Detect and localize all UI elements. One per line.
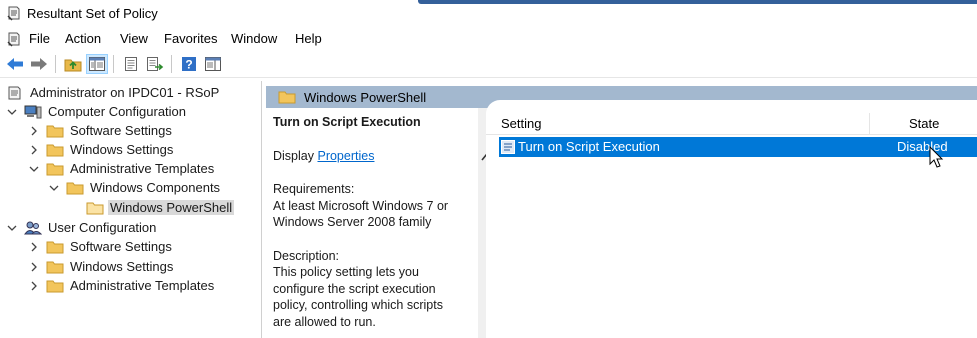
svg-text:?: ?	[185, 58, 192, 72]
chevron-right-icon[interactable]	[28, 144, 40, 156]
folder-icon	[46, 280, 64, 292]
folder-icon	[66, 182, 84, 194]
list-header: Setting State	[486, 113, 977, 135]
tree-label: Computer Configuration	[48, 104, 187, 119]
tree-item-uc-windows-settings[interactable]: Windows Settings	[28, 257, 175, 276]
folder-icon	[278, 91, 296, 104]
tree-item-computer-configuration[interactable]: Computer Configuration	[6, 102, 188, 121]
help-icon: ?	[182, 57, 196, 72]
tree-label: Software Settings	[70, 239, 172, 254]
chevron-down-icon[interactable]	[48, 182, 60, 194]
requirements-line: Windows Server 2008 family	[273, 215, 432, 229]
menu-favorites[interactable]: Favorites	[164, 31, 217, 46]
folder-icon	[46, 261, 64, 273]
description-line: This policy setting lets you	[273, 265, 419, 279]
window-title: Resultant Set of Policy	[27, 6, 158, 21]
tree-item-cc-administrative-templates[interactable]: Administrative Templates	[28, 159, 216, 178]
tree-label: Windows Settings	[70, 259, 174, 274]
tree-label: Windows Components	[90, 180, 221, 195]
folder-icon	[46, 144, 64, 156]
menu-window[interactable]: Window	[231, 31, 277, 46]
details-header-title: Windows PowerShell	[304, 90, 427, 105]
menu-view[interactable]: View	[120, 31, 148, 46]
menu-bar: File Action View Favorites Window Help	[0, 28, 977, 50]
tree-item-user-configuration[interactable]: User Configuration	[6, 218, 158, 237]
settings-list: Setting State Turn on Script Execution D…	[486, 100, 977, 338]
export-list-button[interactable]	[144, 54, 166, 74]
folder-open-icon	[86, 202, 104, 214]
display-properties-line: Display Properties	[273, 148, 478, 165]
tree-label: Software Settings	[70, 123, 172, 138]
tree-item-root[interactable]: Administrator on IPDC01 - RSoP	[6, 83, 221, 102]
user-icon	[24, 221, 42, 234]
tree-label: Administrator on IPDC01 - RSoP	[30, 85, 220, 100]
folder-icon	[46, 241, 64, 253]
menu-help[interactable]: Help	[295, 31, 322, 46]
back-button[interactable]	[4, 54, 26, 74]
help-button[interactable]: ?	[178, 54, 200, 74]
show-hide-console-tree-button[interactable]	[86, 54, 108, 74]
up-folder-icon	[64, 59, 82, 72]
display-label: Display	[273, 148, 314, 163]
show-action-pane-icon	[205, 57, 221, 71]
system-menu-icon[interactable]	[6, 31, 22, 47]
show-hide-action-pane-button[interactable]	[202, 54, 224, 74]
tree-label: User Configuration	[48, 220, 157, 235]
chevron-right-icon[interactable]	[28, 125, 40, 137]
tree-label: Administrative Templates	[70, 161, 215, 176]
chevron-right-icon[interactable]	[28, 241, 40, 253]
requirements-label: Requirements:	[273, 182, 355, 196]
export-list-icon	[147, 57, 164, 71]
tree-label: Windows Settings	[70, 142, 174, 157]
table-row[interactable]: Turn on Script Execution Disabled	[499, 137, 977, 157]
tree-label: Windows PowerShell	[108, 200, 235, 215]
tree-item-uc-software-settings[interactable]: Software Settings	[28, 237, 174, 256]
tree-item-windows-powershell[interactable]: Windows PowerShell	[86, 198, 235, 217]
folder-icon	[46, 125, 64, 137]
properties-link[interactable]: Properties	[317, 149, 374, 163]
requirements-line: At least Microsoft Windows 7 or	[273, 198, 449, 213]
setting-name: Turn on Script Execution	[518, 139, 660, 154]
tree-item-uc-administrative-templates[interactable]: Administrative Templates	[28, 276, 216, 295]
mouse-cursor-icon	[929, 146, 944, 168]
column-header-setting[interactable]: Setting	[501, 116, 541, 131]
properties-icon	[125, 57, 137, 71]
console-tree: Administrator on IPDC01 - RSoP Computer …	[0, 81, 262, 338]
chevron-right-icon[interactable]	[28, 261, 40, 273]
chevron-down-icon[interactable]	[28, 163, 40, 175]
description-label: Description:	[273, 248, 339, 263]
forward-icon	[31, 58, 47, 70]
tree-item-windows-components[interactable]: Windows Components	[48, 178, 222, 197]
column-divider[interactable]	[869, 113, 870, 135]
properties-button[interactable]	[120, 54, 142, 74]
forward-button[interactable]	[28, 54, 50, 74]
extended-description-pane: Turn on Script Execution Display Propert…	[266, 108, 478, 338]
show-hide-tree-icon	[89, 57, 105, 71]
chevron-down-icon[interactable]	[6, 222, 18, 234]
tree-label: Administrative Templates	[70, 278, 215, 293]
title-bar: Resultant Set of Policy	[0, 0, 977, 28]
computer-icon	[24, 105, 42, 118]
tree-item-cc-windows-settings[interactable]: Windows Settings	[28, 140, 175, 159]
column-header-state[interactable]: State	[909, 116, 939, 131]
chevron-right-icon[interactable]	[28, 280, 40, 292]
chevron-down-icon[interactable]	[6, 106, 18, 118]
policy-setting-icon	[501, 140, 515, 154]
description-line: configure the script execution	[273, 281, 436, 296]
menu-file[interactable]: File	[29, 31, 50, 46]
rsop-app-icon	[7, 6, 20, 21]
toolbar: ?	[0, 50, 977, 78]
overlapping-window-edge	[418, 0, 977, 4]
up-one-level-button[interactable]	[62, 54, 84, 74]
folder-icon	[46, 163, 64, 175]
description-title: Turn on Script Execution	[273, 115, 421, 129]
description-line: policy, controlling which scripts	[273, 298, 443, 312]
menu-action[interactable]: Action	[65, 31, 101, 46]
back-icon	[7, 58, 23, 70]
description-line: are allowed to run.	[273, 314, 376, 329]
tree-item-cc-software-settings[interactable]: Software Settings	[28, 121, 174, 140]
rsop-icon	[8, 86, 21, 99]
